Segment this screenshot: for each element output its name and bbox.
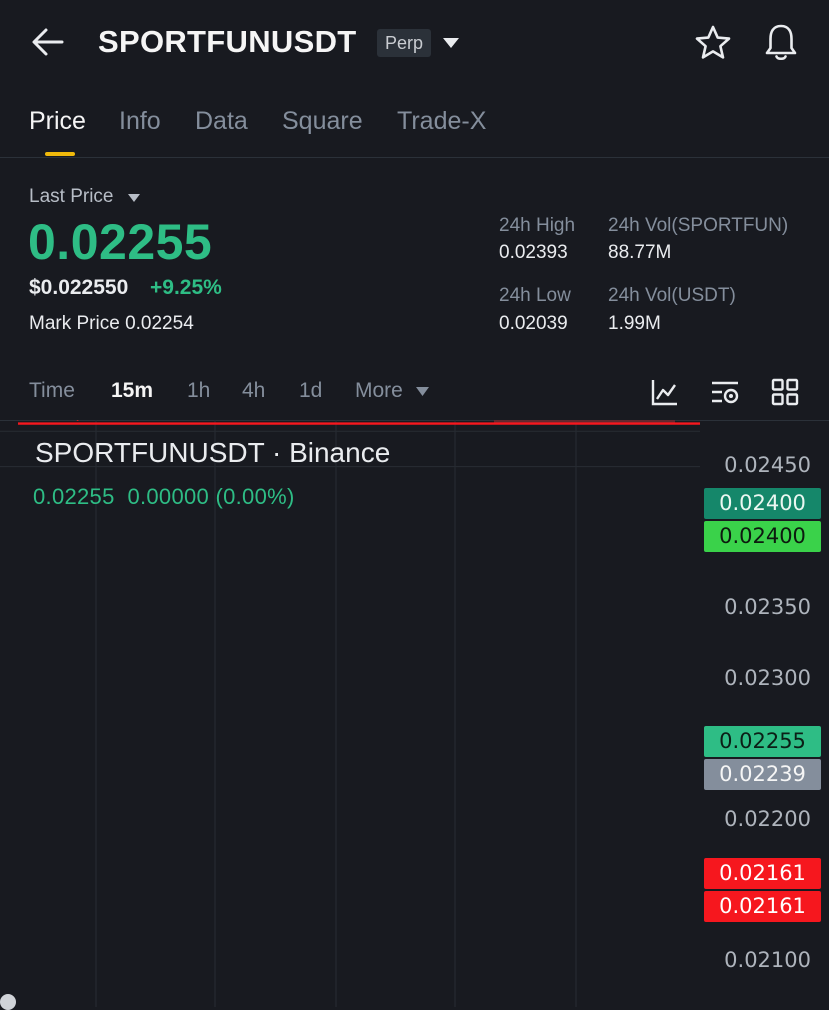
dropdown-caret-icon[interactable] [442, 37, 460, 49]
interval-15m[interactable]: 15m [111, 379, 153, 403]
interval-time[interactable]: Time [29, 379, 75, 403]
tabs-divider [0, 157, 829, 158]
mark-price-value: 0.02254 [125, 313, 194, 334]
usd-price: $0.022550 [29, 276, 129, 299]
high-24h-label: 24h High [499, 215, 576, 236]
vol-quote-label: 24h Vol(USDT) [608, 285, 736, 306]
symbol-title[interactable]: SPORTFUNUSDT [98, 24, 357, 60]
tab-data[interactable]: Data [195, 107, 248, 136]
sl-zone-price-tag[interactable]: 0.02161 [704, 891, 821, 922]
axis-label-02450: 0.02450 [724, 453, 811, 477]
bell-icon[interactable] [762, 22, 800, 62]
tab-price[interactable]: Price [29, 107, 86, 136]
back-arrow-icon[interactable] [30, 26, 66, 58]
contract-type-badge: Perp [377, 29, 432, 57]
star-icon[interactable] [694, 24, 732, 62]
axis-label-02200: 0.02200 [724, 807, 811, 831]
mark-price: Mark Price 0.02254 [29, 313, 194, 335]
vol-base-value: 88.77M [608, 242, 672, 263]
high-24h-value: 0.02393 [499, 242, 568, 263]
mark-price-label: Mark Price [29, 313, 120, 334]
chart-ohlc-line: 0.02255 0.00000 (0.00%) [33, 484, 295, 509]
tab-info[interactable]: Info [119, 107, 161, 136]
floating-dot [0, 994, 16, 1010]
last-price-tag: 0.02255 [704, 726, 821, 757]
last-price-value: 0.02255 [28, 214, 213, 270]
chart-title: SPORTFUNUSDT · Binance [35, 437, 391, 468]
low-24h-label: 24h Low [499, 285, 571, 306]
indicator-chart-icon[interactable] [649, 376, 681, 408]
more-caret-icon[interactable] [416, 387, 429, 396]
last-price-label[interactable]: Last Price [29, 186, 113, 208]
vol-quote-value: 1.99M [608, 313, 661, 334]
price-change-percent: +9.25% [150, 276, 222, 299]
tab-trade-x[interactable]: Trade-X [397, 107, 486, 136]
active-tab-indicator [45, 152, 75, 156]
grid-layout-icon[interactable] [769, 376, 801, 408]
sl-line-price-tag[interactable]: 0.02161 [704, 858, 821, 889]
entry-price-tag[interactable]: 0.02239 [704, 759, 821, 790]
last-price-caret-icon[interactable] [128, 194, 140, 202]
vol-base-label: 24h Vol(SPORTFUN) [608, 215, 789, 236]
tab-square[interactable]: Square [282, 107, 363, 136]
interval-4h[interactable]: 4h [242, 379, 265, 403]
settings-list-icon[interactable] [709, 376, 741, 408]
tp-line-price-tag[interactable]: 0.02400 [704, 521, 821, 552]
low-24h-value: 0.02039 [499, 313, 568, 334]
axis-label-02300: 0.02300 [724, 666, 811, 690]
interval-1h[interactable]: 1h [187, 379, 210, 403]
axis-label-02350: 0.02350 [724, 595, 811, 619]
interval-more[interactable]: More [355, 379, 403, 403]
interval-1d[interactable]: 1d [299, 379, 322, 403]
candles [76, 420, 79, 421]
tp-zone-price-tag[interactable]: 0.02400 [704, 488, 821, 519]
axis-label-02100: 0.02100 [724, 948, 811, 972]
